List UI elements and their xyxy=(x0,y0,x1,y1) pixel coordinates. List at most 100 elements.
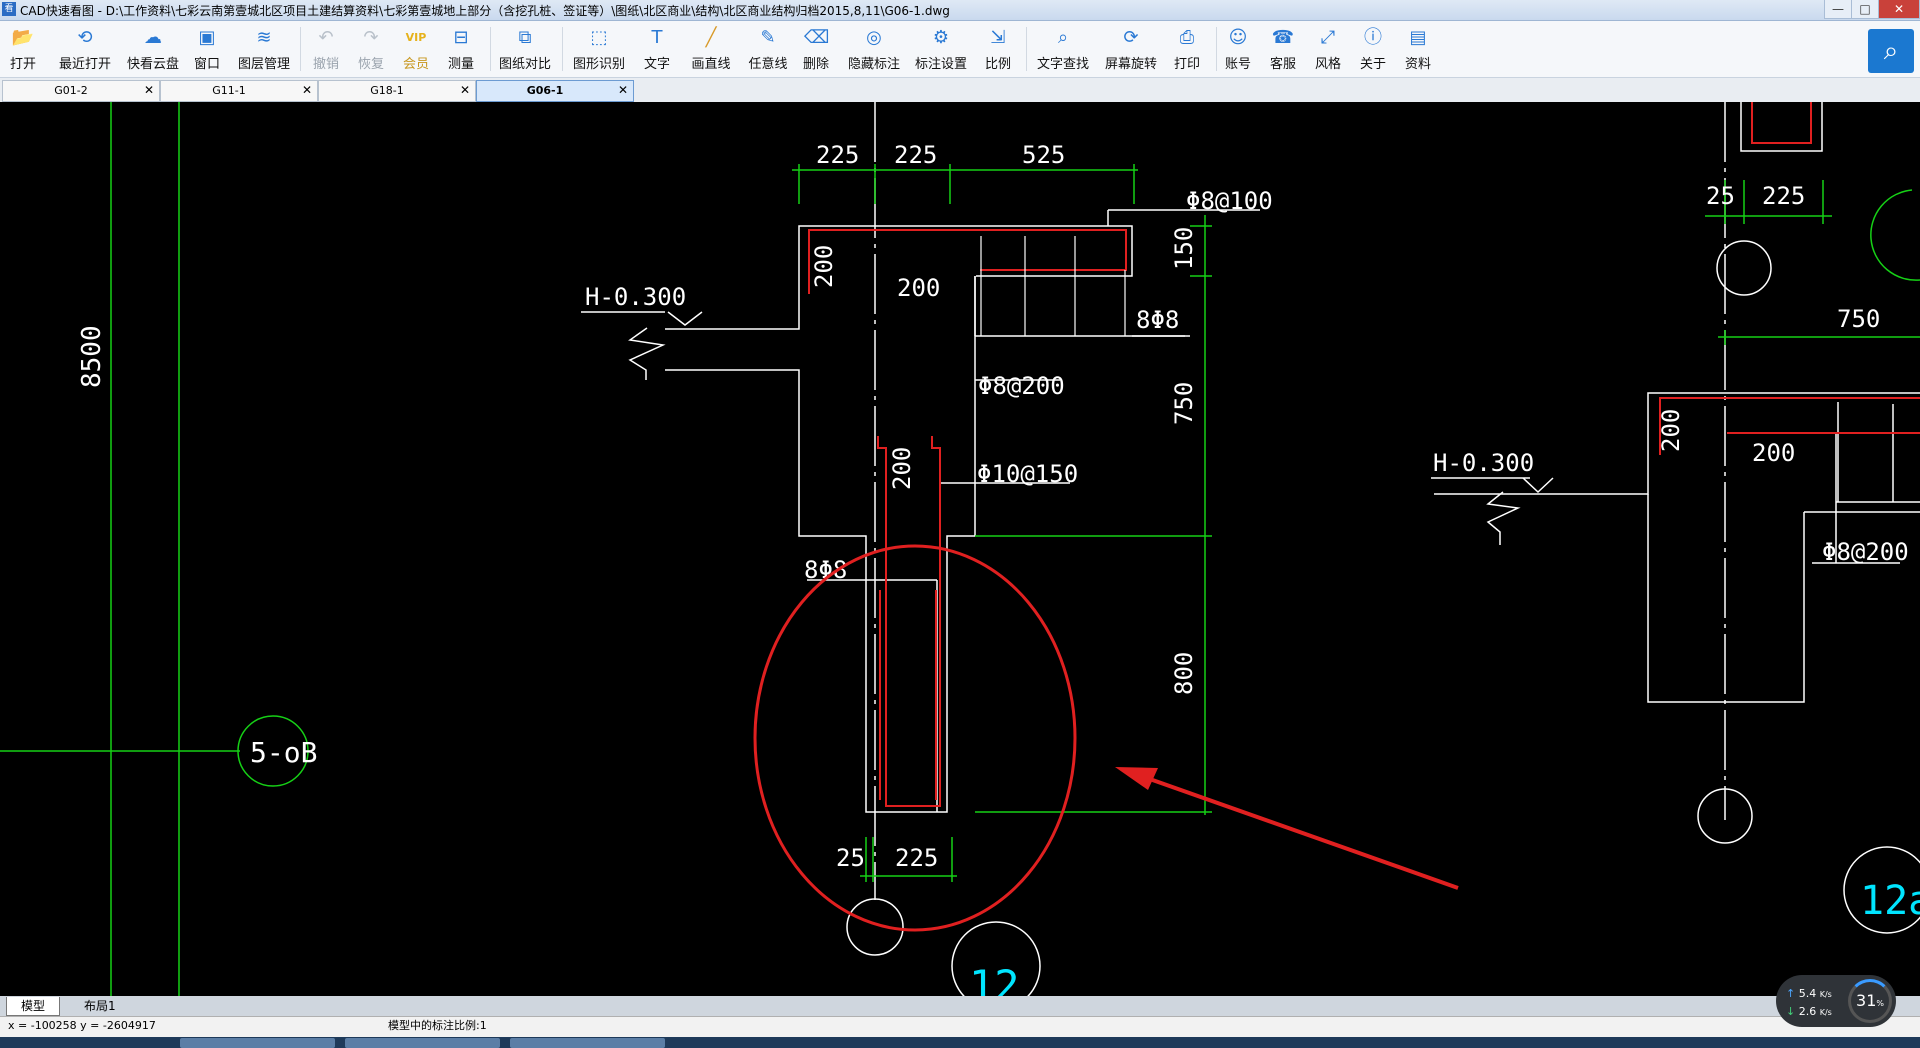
web-width-200: 200 xyxy=(888,447,916,490)
vip-button[interactable]: VIP 会员 xyxy=(391,27,441,72)
annotation-settings-icon: ⚙ xyxy=(932,27,950,48)
rebar-phi10-150: Φ10@150 xyxy=(977,460,1078,488)
window-title: CAD快速看图 - D:\工作资料\七彩云南第壹城北区项目土建结算资料\七彩第壹… xyxy=(20,4,950,18)
text-search-button[interactable]: ⌕ 文字查找 xyxy=(1032,27,1094,72)
annotation-settings-button[interactable]: ⚙ 标注设置 xyxy=(910,27,972,72)
close-icon[interactable]: ✕ xyxy=(460,83,470,97)
status-bar: x = -100258 y = -2604917 模型中的标注比例:1 xyxy=(0,1016,1920,1037)
drawing-compare-button[interactable]: ⧉ 图纸对比 xyxy=(494,27,556,72)
recent-icon: ⟲ xyxy=(77,27,93,48)
search-icon: ⌕ xyxy=(1883,36,1899,66)
close-icon[interactable]: ✕ xyxy=(618,83,628,97)
dim-800: 800 xyxy=(1170,652,1198,695)
hide-annotation-button[interactable]: ◎ 隐藏标注 xyxy=(843,27,905,72)
info-icon: ⓘ xyxy=(1364,27,1382,48)
shape-recognition-button[interactable]: ⬚ 图形识别 xyxy=(568,27,630,72)
elevation-h-0300: H-0.300 xyxy=(585,283,686,311)
draw-line-button[interactable]: ╱ 画直线 xyxy=(683,27,739,72)
tab-g06-1[interactable]: G06-1 ✕ xyxy=(476,80,634,102)
toolbar-separator xyxy=(490,27,491,71)
undo-icon: ↶ xyxy=(318,27,334,48)
tab-layout1[interactable]: 布局1 xyxy=(70,997,130,1015)
style-icon: ⤢ xyxy=(1320,27,1336,48)
close-icon[interactable]: ✕ xyxy=(144,83,154,97)
text-icon: T xyxy=(651,27,663,48)
layers-icon: ≋ xyxy=(256,27,272,48)
freehand-line-button[interactable]: ✎ 任意线 xyxy=(740,27,796,72)
axis-bubble-12a: 12a xyxy=(1860,878,1920,924)
documents-icon: ▤ xyxy=(1409,27,1427,48)
redo-button[interactable]: ↷ 恢复 xyxy=(346,27,396,72)
download-arrow-icon: ↓ xyxy=(1786,1005,1796,1018)
account-button[interactable]: ☺ 账号 xyxy=(1213,27,1263,72)
window-button[interactable]: ▣ 窗口 xyxy=(182,27,232,72)
upload-arrow-icon: ↑ xyxy=(1786,987,1796,1000)
undo-button[interactable]: ↶ 撤销 xyxy=(301,27,351,72)
dim-750: 750 xyxy=(1170,382,1198,425)
tab-model[interactable]: 模型 xyxy=(6,997,61,1016)
cloud-disk-button[interactable]: ☁ 快看云盘 xyxy=(123,27,183,72)
measure-icon: ⊟ xyxy=(453,27,469,48)
line-icon: ╱ xyxy=(705,27,717,48)
rotate-screen-button[interactable]: ⟳ 屏幕旋转 xyxy=(1100,27,1162,72)
slab-width-200: 200 xyxy=(897,274,940,302)
customer-service-button[interactable]: ☎ 客服 xyxy=(1258,27,1308,72)
right-rebar-phi8-200: Φ8@200 xyxy=(1822,538,1909,566)
annotation-scale-readout: 模型中的标注比例:1 xyxy=(388,1019,487,1032)
app-icon: 看 xyxy=(2,2,16,16)
axis-dimension-8500: 8500 xyxy=(77,325,107,388)
right-slab-width-200: 200 xyxy=(1752,439,1795,467)
open-button[interactable]: 📂 打开 xyxy=(0,27,48,72)
tab-g11-1[interactable]: G11-1 ✕ xyxy=(160,80,318,102)
main-toolbar: 📂 打开 ⟲ 最近打开 ☁ 快看云盘 ▣ 窗口 ≋ 图层管理 ↶ 撤销 ↷ 恢复 VIP 会员 … xyxy=(0,21,1920,78)
right-elevation-h-0300: H-0.300 xyxy=(1433,449,1534,477)
compare-icon: ⧉ xyxy=(518,27,532,48)
file-tab-bar: G01-2 ✕ G11-1 ✕ G18-1 ✕ G06-1 ✕ xyxy=(0,78,1920,103)
coordinate-readout: x = -100258 y = -2604917 xyxy=(8,1019,156,1032)
cad-drawing[interactable]: 8500 5-oB 225 225 525 Φ8@100 150 200 200… xyxy=(0,102,1920,1011)
close-icon[interactable]: ✕ xyxy=(302,83,312,97)
headset-icon: ☎ xyxy=(1271,27,1295,48)
taskbar-button[interactable] xyxy=(510,1038,665,1048)
taskbar-button[interactable] xyxy=(345,1038,500,1048)
delete-button[interactable]: ⌫ 删除 xyxy=(791,27,841,72)
right-dim-750: 750 xyxy=(1837,305,1880,333)
right-dim-225: 225 xyxy=(1762,182,1805,210)
eraser-icon: ⌫ xyxy=(804,27,830,48)
dim-150: 150 xyxy=(1170,227,1198,270)
toolbar-separator xyxy=(1026,27,1027,71)
shape-recognition-icon: ⬚ xyxy=(590,27,608,48)
measure-button[interactable]: ⊟ 测量 xyxy=(436,27,486,72)
about-button[interactable]: ⓘ 关于 xyxy=(1348,27,1398,72)
dim-225-a: 225 xyxy=(816,141,859,169)
network-speed-widget[interactable]: ↑ 5.4 K/s ↓ 2.6 K/s 31% xyxy=(1776,975,1896,1027)
account-icon: ☺ xyxy=(1228,27,1248,48)
text-button[interactable]: T 文字 xyxy=(632,27,682,72)
scale-icon: ⇲ xyxy=(990,27,1006,48)
folder-open-icon: 📂 xyxy=(11,27,35,48)
minimize-button[interactable]: — xyxy=(1824,0,1852,19)
taskbar-button[interactable] xyxy=(180,1038,335,1048)
redo-icon: ↷ xyxy=(363,27,379,48)
download-speed: 2.6 xyxy=(1798,1005,1817,1018)
close-button[interactable]: ✕ xyxy=(1878,0,1920,19)
tab-g01-2[interactable]: G01-2 ✕ xyxy=(2,80,160,102)
documents-button[interactable]: ▤ 资料 xyxy=(1393,27,1443,72)
cloud-icon: ☁ xyxy=(144,27,162,48)
scale-button[interactable]: ⇲ 比例 xyxy=(973,27,1023,72)
vip-icon: VIP xyxy=(405,31,427,44)
layout-tab-bar: 模型 布局1 xyxy=(0,996,1920,1016)
rotate-screen-icon: ⟳ xyxy=(1123,27,1139,48)
dim-525: 525 xyxy=(1022,141,1065,169)
os-taskbar xyxy=(0,1037,1920,1048)
recent-open-button[interactable]: ⟲ 最近打开 xyxy=(55,27,115,72)
style-button[interactable]: ⤢ 风格 xyxy=(1303,27,1353,72)
title-bar: 看 CAD快速看图 - D:\工作资料\七彩云南第壹城北区项目土建结算资料\七彩… xyxy=(0,0,1920,21)
layer-manager-button[interactable]: ≋ 图层管理 xyxy=(234,27,294,72)
maximize-button[interactable]: □ xyxy=(1851,0,1879,19)
drawing-canvas[interactable]: 8500 5-oB 225 225 525 Φ8@100 150 200 200… xyxy=(0,102,1920,1011)
tab-g18-1[interactable]: G18-1 ✕ xyxy=(318,80,476,102)
print-button[interactable]: ⎙ 打印 xyxy=(1162,27,1212,72)
search-button[interactable]: ⌕ xyxy=(1868,29,1914,73)
rebar-phi8-100: Φ8@100 xyxy=(1186,187,1273,215)
